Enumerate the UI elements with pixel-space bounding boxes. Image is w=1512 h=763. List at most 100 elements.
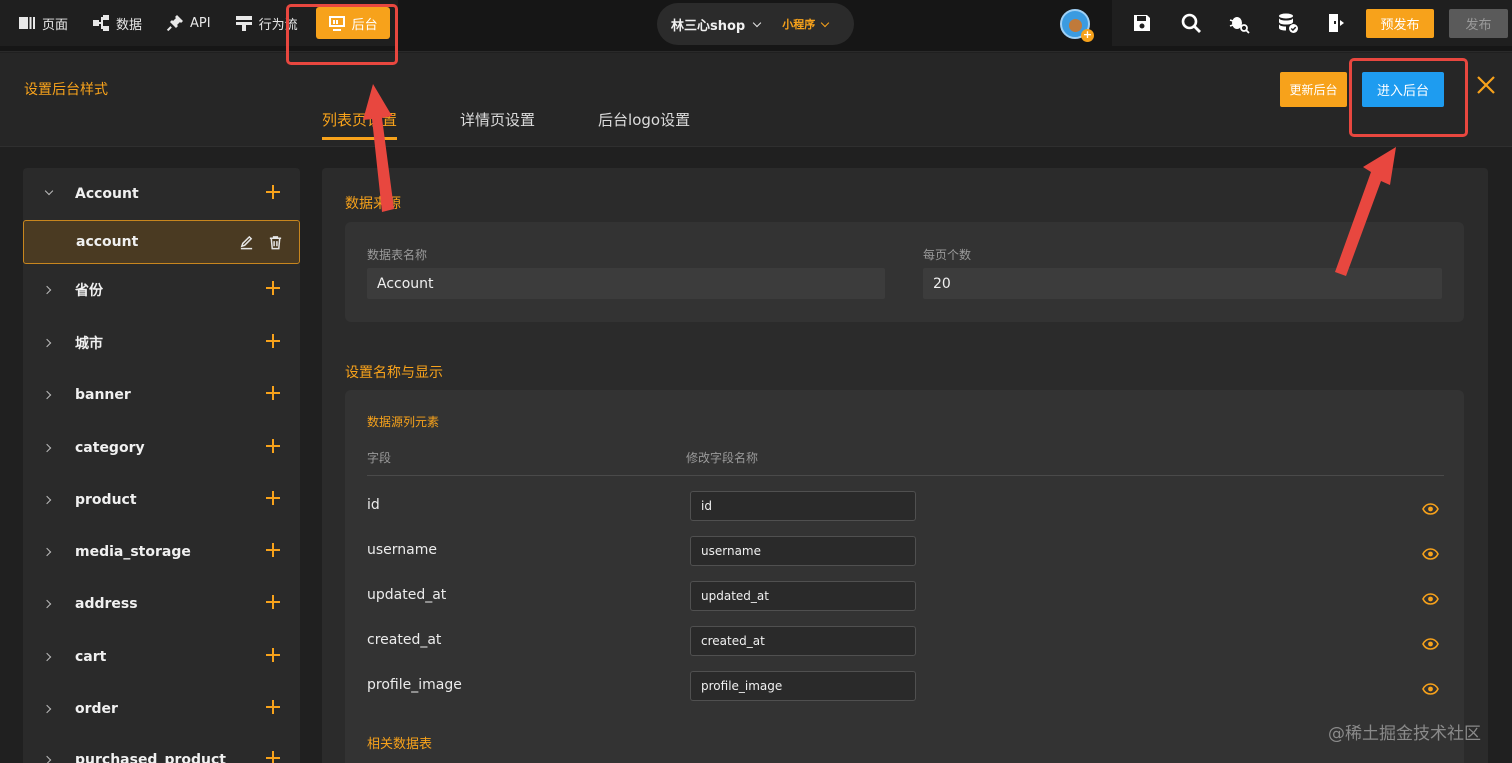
table-item-banner[interactable]: banner: [23, 373, 300, 417]
table-name-field[interactable]: Account: [367, 268, 885, 299]
table-item-address[interactable]: address: [23, 582, 300, 626]
table-item-category[interactable]: category: [23, 426, 300, 470]
chevron-down-icon: [820, 18, 830, 27]
column-header-rename: 修改字段名称: [686, 451, 759, 465]
plus-icon[interactable]: [266, 439, 280, 453]
rename-input[interactable]: created_at: [690, 626, 916, 656]
table-name: cart: [75, 649, 107, 665]
plus-icon[interactable]: [266, 700, 280, 714]
chevron-down-icon: [752, 18, 762, 27]
plus-icon[interactable]: [266, 543, 280, 557]
nav-item-api[interactable]: API: [154, 7, 223, 39]
edit-icon[interactable]: [239, 235, 254, 250]
eye-icon[interactable]: [1422, 545, 1439, 560]
eye-icon[interactable]: [1422, 635, 1439, 650]
avatar-face: [1069, 19, 1082, 32]
table-name: 城市: [75, 336, 103, 352]
eye-icon[interactable]: [1422, 680, 1439, 695]
chevron-right-icon: [42, 755, 52, 763]
top-bar: 页面 数据 API 行为流 后台 林三心shop 小程序 + 预发布 发布: [0, 0, 1512, 52]
table-name: account: [76, 234, 139, 250]
project-name: 林三心shop: [671, 18, 746, 34]
table-name: product: [75, 492, 137, 508]
project-selector[interactable]: 林三心shop 小程序: [657, 3, 854, 45]
update-admin-button[interactable]: 更新后台: [1280, 72, 1347, 107]
chevron-right-icon: [42, 704, 52, 714]
plus-icon[interactable]: [266, 751, 280, 763]
prepublish-button[interactable]: 预发布: [1366, 9, 1434, 38]
table-item-account[interactable]: account: [23, 220, 300, 264]
plus-icon[interactable]: [266, 648, 280, 662]
related-tables-title: 相关数据表: [367, 737, 433, 752]
flow-icon: [235, 16, 252, 31]
table-item-product[interactable]: product: [23, 478, 300, 522]
data-icon: [93, 15, 110, 31]
door-icon: [1329, 14, 1344, 32]
plus-icon[interactable]: [266, 281, 280, 295]
table-item-account-group[interactable]: Account: [23, 172, 300, 216]
settings-tabs: 列表页设置 详情页设置 后台logo设置: [322, 109, 753, 140]
panel-header: 设置后台样式 列表页设置 详情页设置 后台logo设置 更新后台 进入后台: [0, 53, 1512, 147]
tab-logo[interactable]: 后台logo设置: [598, 109, 690, 140]
page-size-field[interactable]: 20: [923, 268, 1442, 299]
api-icon: [166, 15, 184, 32]
close-button[interactable]: [1474, 73, 1498, 97]
highlight-enter-admin: [1349, 58, 1468, 137]
eye-icon[interactable]: [1422, 500, 1439, 515]
database-button[interactable]: [1277, 12, 1299, 34]
table-name-label: 数据表名称: [367, 248, 428, 262]
debug-button[interactable]: [1228, 12, 1250, 34]
chevron-right-icon: [42, 495, 52, 505]
rename-input[interactable]: id: [690, 491, 916, 521]
chevron-right-icon: [42, 338, 52, 348]
field-name: created_at: [367, 632, 442, 648]
nav-item-label: 页面: [42, 17, 69, 33]
panel-title: 设置后台样式: [24, 82, 108, 98]
publish-button[interactable]: 发布: [1449, 9, 1508, 38]
table-item-media-storage[interactable]: media_storage: [23, 530, 300, 574]
table-item-province[interactable]: 省份: [23, 268, 300, 312]
table-item-cart[interactable]: cart: [23, 635, 300, 679]
table-name: order: [75, 701, 118, 717]
save-button[interactable]: [1131, 12, 1153, 34]
nav-item-data[interactable]: 数据: [80, 7, 154, 39]
table-item-city[interactable]: 城市: [23, 321, 300, 365]
data-source-title: 数据来源: [345, 196, 401, 212]
plus-icon[interactable]: [266, 386, 280, 400]
table-item-order[interactable]: order: [23, 687, 300, 731]
display-settings-title: 设置名称与显示: [345, 365, 443, 381]
chevron-right-icon: [42, 547, 52, 557]
plus-icon[interactable]: [266, 334, 280, 348]
chevron-right-icon: [42, 443, 52, 453]
eye-icon[interactable]: [1422, 590, 1439, 605]
database-check-icon: [1279, 13, 1298, 33]
chevron-right-icon: [42, 599, 52, 609]
close-icon: [1477, 76, 1495, 94]
rename-input[interactable]: username: [690, 536, 916, 566]
settings-content: 数据来源 数据表名称 Account 每页个数 20 设置名称与显示 数据源列元…: [322, 168, 1488, 763]
bug-search-icon: [1229, 17, 1250, 34]
admin-url-button[interactable]: [1325, 12, 1347, 34]
nav-item-label: 数据: [116, 17, 143, 33]
tab-list-page[interactable]: 列表页设置: [322, 109, 398, 140]
field-name: username: [367, 542, 437, 558]
platform-selector[interactable]: 小程序: [782, 16, 815, 32]
nav-item-label: API: [190, 15, 211, 31]
field-settings-card: 数据源列元素 字段 修改字段名称 id id username username…: [345, 390, 1464, 763]
table-name: 省份: [75, 283, 103, 299]
avatar[interactable]: +: [1060, 9, 1094, 42]
table-name: category: [75, 440, 145, 456]
highlight-admin-tab: [286, 4, 398, 65]
table-item-purchased-product[interactable]: purchased_product: [23, 738, 300, 763]
chevron-right-icon: [42, 285, 52, 295]
field-name: updated_at: [367, 587, 447, 603]
plus-icon[interactable]: [266, 185, 280, 199]
plus-icon[interactable]: [266, 595, 280, 609]
rename-input[interactable]: updated_at: [690, 581, 916, 611]
search-button[interactable]: [1180, 12, 1202, 34]
plus-icon[interactable]: [266, 491, 280, 505]
tab-detail-page[interactable]: 详情页设置: [460, 109, 535, 140]
nav-item-pages[interactable]: 页面: [6, 7, 80, 39]
rename-input[interactable]: profile_image: [690, 671, 916, 701]
trash-icon[interactable]: [268, 235, 283, 250]
